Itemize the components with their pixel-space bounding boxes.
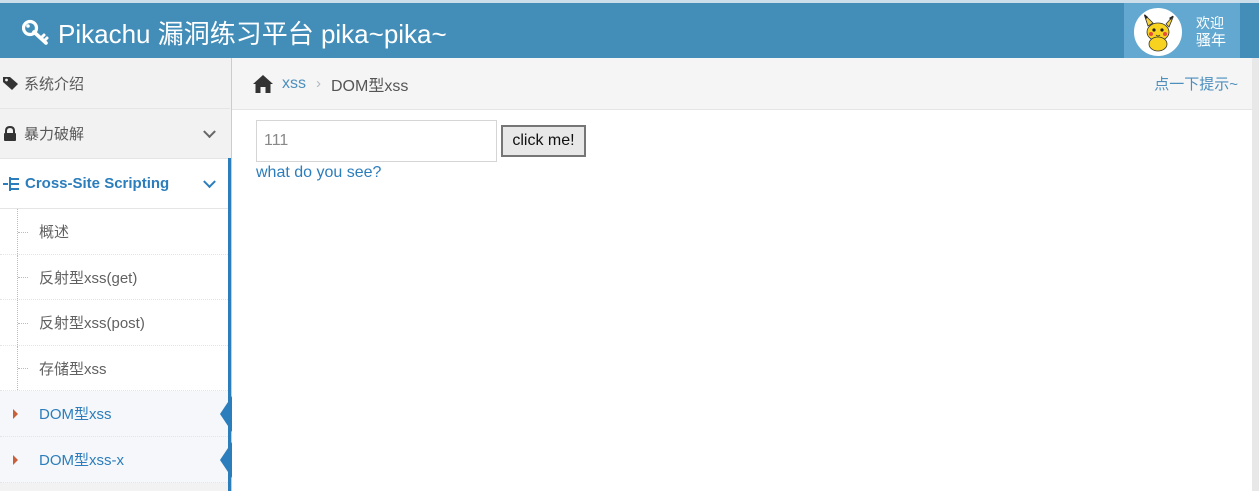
submenu-item-dom[interactable]: DOM型xss <box>0 391 232 437</box>
hint-link[interactable]: 点一下提示~ <box>1154 73 1238 94</box>
sidebar-item-bruteforce[interactable]: 暴力破解 <box>0 109 230 159</box>
scrollbar[interactable] <box>1252 58 1259 491</box>
chevron-down-icon <box>203 124 216 138</box>
tree-branch <box>18 322 28 324</box>
sitemap-icon <box>3 176 19 191</box>
caret-right-icon <box>13 408 18 419</box>
submenu-item-stored[interactable]: 存储型xss <box>0 346 230 391</box>
click-me-button[interactable]: click me! <box>501 125 586 157</box>
sidebar-item-label: 系统介绍 <box>24 75 85 93</box>
submenu-label: DOM型xss-x <box>39 452 124 469</box>
breadcrumb-current: DOM型xss <box>331 77 409 95</box>
submenu-label: 反射型xss(post) <box>39 315 145 332</box>
submenu-item-reflected-post[interactable]: 反射型xss(post) <box>0 300 230 346</box>
submenu-item-dom-x[interactable]: DOM型xss-x <box>0 437 232 483</box>
sidebar-item-intro[interactable]: 系统介绍 <box>0 58 230 109</box>
user-menu[interactable]: 欢迎 骚年 <box>1124 3 1240 61</box>
caret-right-icon <box>13 454 18 465</box>
xss-text-input[interactable] <box>256 120 497 162</box>
submenu-label: 存储型xss <box>39 360 107 378</box>
brand[interactable]: Pikachu 漏洞练习平台 pika~pika~ <box>22 15 447 49</box>
key-icon <box>22 19 49 45</box>
result-link[interactable]: what do you see? <box>256 164 381 182</box>
sidebar-active-bar <box>228 158 231 491</box>
submenu-label: DOM型xss <box>39 406 112 423</box>
submenu-item-overview[interactable]: 概述 <box>0 209 230 255</box>
chevron-down-icon <box>203 174 216 188</box>
avatar <box>1134 8 1182 56</box>
pikachu-avatar-icon <box>1143 13 1175 52</box>
lock-icon <box>4 125 16 141</box>
tree-branch <box>18 231 28 233</box>
breadcrumb-link-xss[interactable]: xss <box>282 75 306 93</box>
welcome-line2: 骚年 <box>1196 32 1227 49</box>
submenu-label: 反射型xss(get) <box>39 269 138 287</box>
sidebar-item-label: Cross-Site Scripting <box>25 175 170 192</box>
sidebar-item-label: 暴力破解 <box>24 126 85 143</box>
navbar-edge <box>1240 3 1259 61</box>
submenu-label: 概述 <box>39 224 70 241</box>
breadcrumb: xss › DOM型xss 点一下提示~ <box>232 58 1252 110</box>
breadcrumb-separator: › <box>316 75 321 92</box>
home-icon[interactable] <box>252 74 274 94</box>
brand-title: Pikachu 漏洞练习平台 pika~pika~ <box>58 18 447 49</box>
tree-branch <box>18 277 28 278</box>
welcome-text: 欢迎 骚年 <box>1196 15 1226 49</box>
top-navbar: Pikachu 漏洞练习平台 pika~pika~ 欢迎 骚年 <box>0 0 1259 61</box>
submenu-item-reflected-get[interactable]: 反射型xss(get) <box>0 255 230 300</box>
welcome-line1: 欢迎 <box>1196 15 1224 31</box>
sidebar-item-xss[interactable]: Cross-Site Scripting <box>0 159 230 209</box>
tree-branch <box>18 368 28 369</box>
tags-icon <box>3 77 18 90</box>
